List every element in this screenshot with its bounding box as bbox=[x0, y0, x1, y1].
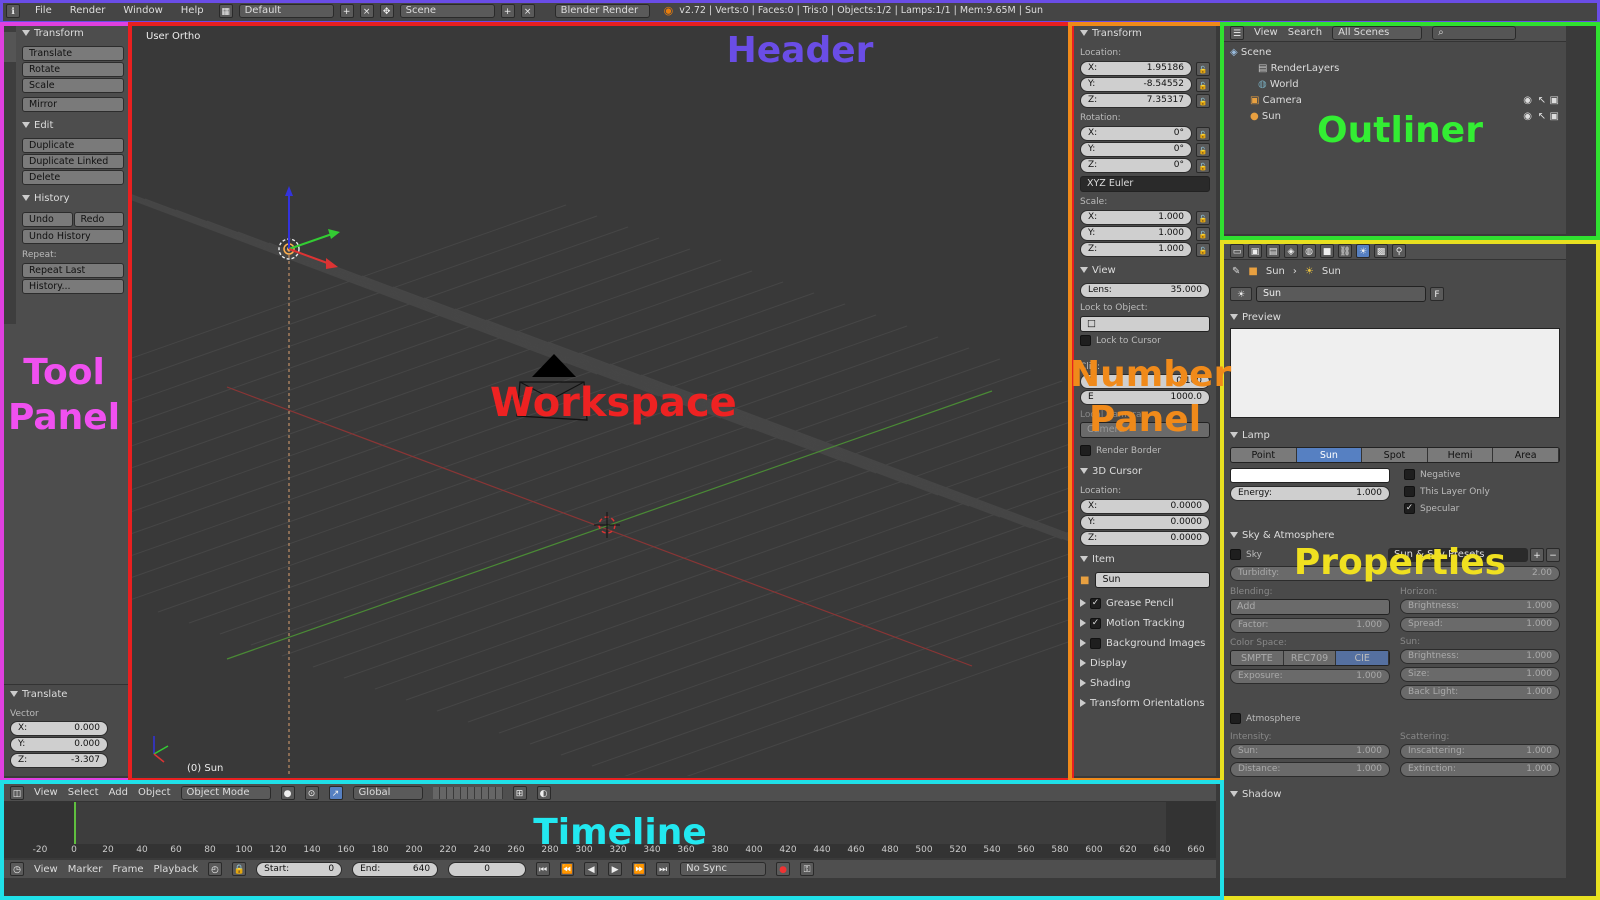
number-panel-annotation-label: Number Panel bbox=[1070, 352, 1232, 442]
annotation-line: Tool bbox=[23, 352, 105, 393]
header-annotation-box bbox=[0, 0, 1600, 24]
outliner-annotation-label: Outliner bbox=[1317, 110, 1483, 151]
header-annotation-label: Header bbox=[726, 30, 874, 71]
timeline-annotation-label: Timeline bbox=[533, 812, 707, 853]
properties-annotation-label: Properties bbox=[1293, 542, 1507, 583]
workspace-annotation-label: Workspace bbox=[490, 380, 737, 426]
annotation-line: Panel bbox=[1088, 399, 1202, 440]
tool-panel-annotation-label: Tool Panel bbox=[0, 350, 128, 440]
annotation-line: Panel bbox=[7, 397, 121, 438]
annotation-line: Number bbox=[1070, 354, 1232, 395]
